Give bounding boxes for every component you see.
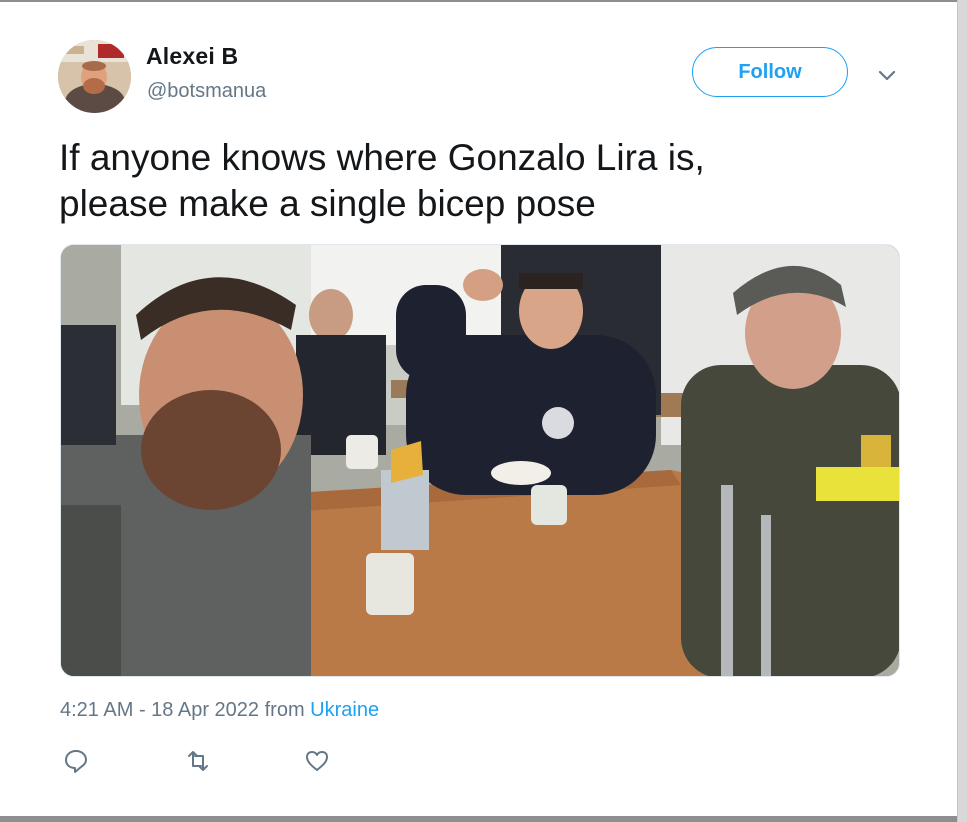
tweet-date[interactable]: 18 Apr 2022 [151, 699, 259, 721]
retweet-icon[interactable] [184, 747, 212, 775]
meta-separator: - [133, 699, 152, 721]
tweet-photo[interactable] [60, 244, 900, 677]
avatar-image [58, 40, 131, 113]
follow-button[interactable]: Follow [692, 47, 848, 97]
meta-from: from [259, 699, 311, 721]
tweet-time[interactable]: 4:21 AM [60, 699, 133, 721]
tweet-meta: 4:21 AM - 18 Apr 2022 from Ukraine [60, 699, 379, 722]
chevron-down-icon[interactable] [876, 64, 898, 86]
photo-image [61, 245, 899, 676]
tweet-text-line-2: please make a single bicep pose [59, 183, 596, 224]
author-handle[interactable]: @botsmanua [147, 80, 266, 103]
avatar[interactable] [58, 40, 131, 113]
tweet-source-link[interactable]: Ukraine [310, 699, 379, 721]
reply-icon[interactable] [62, 747, 90, 775]
heart-icon[interactable] [303, 747, 331, 775]
tweet-text: If anyone knows where Gonzalo Lira is, p… [59, 135, 889, 227]
tweet-card: Alexei B @botsmanua Follow If anyone kno… [0, 0, 967, 822]
tweet-text-line-1: If anyone knows where Gonzalo Lira is, [59, 137, 705, 178]
window-edge [957, 0, 967, 822]
author-name[interactable]: Alexei B [146, 43, 238, 70]
